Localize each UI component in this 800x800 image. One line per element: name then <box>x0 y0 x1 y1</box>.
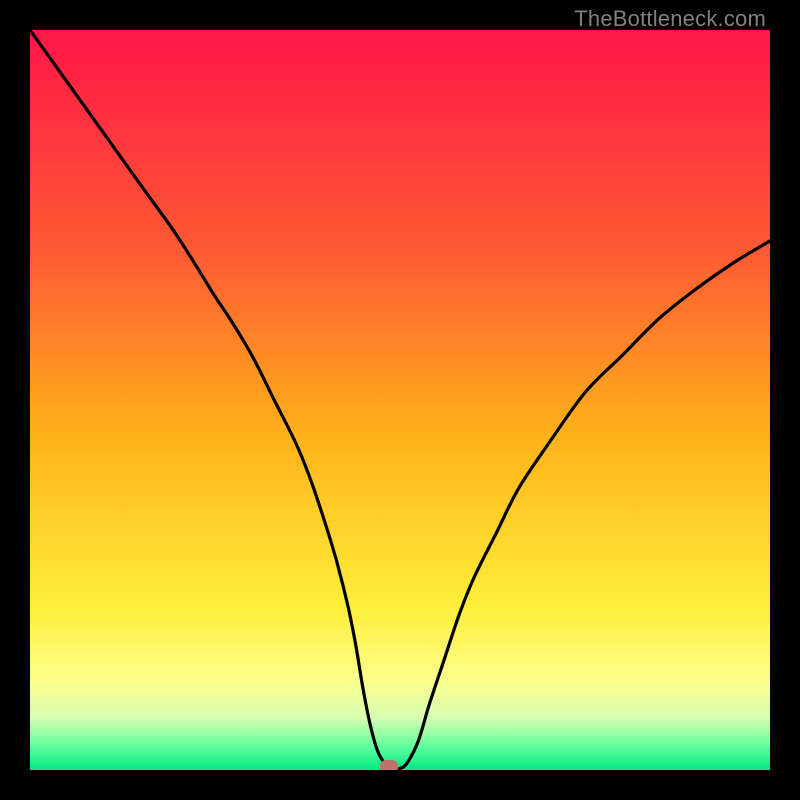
chart-frame: TheBottleneck.com <box>0 0 800 800</box>
chart-svg <box>30 30 770 770</box>
watermark-text: TheBottleneck.com <box>574 6 766 32</box>
gradient-background <box>30 30 770 770</box>
chart-plot-area <box>30 30 770 770</box>
marker-dot <box>380 760 398 770</box>
